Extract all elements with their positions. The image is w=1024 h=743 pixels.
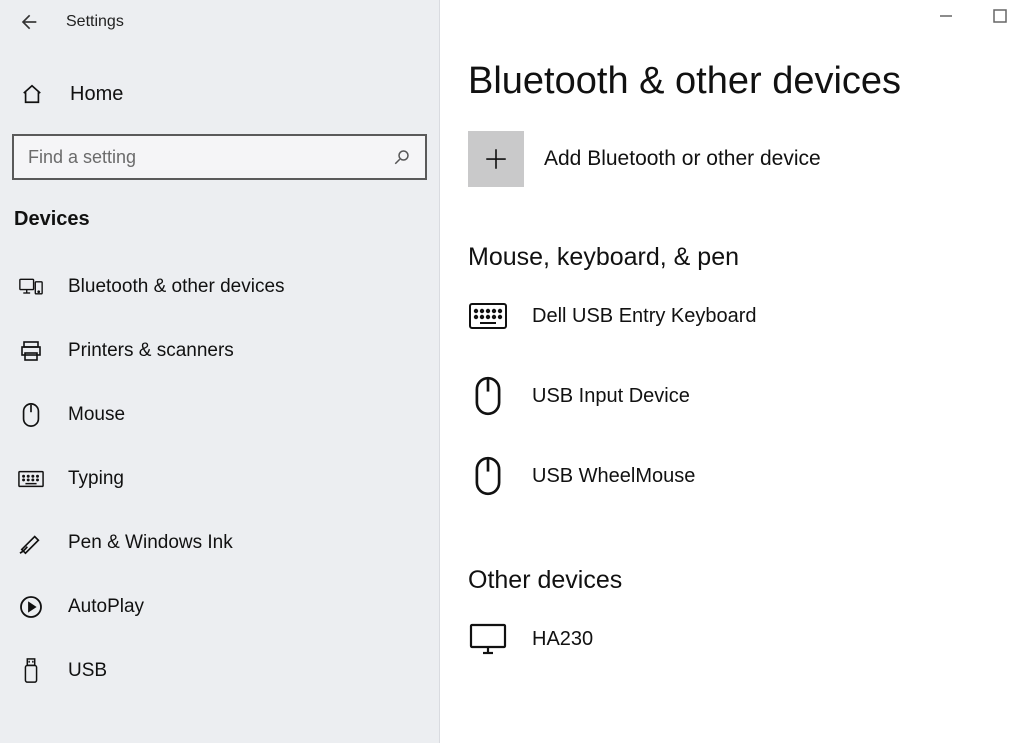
autoplay-icon (18, 594, 44, 620)
home-label: Home (70, 83, 123, 106)
add-device-label: Add Bluetooth or other device (544, 147, 821, 171)
sidebar-item-label: AutoPlay (68, 596, 144, 618)
sidebar-item-label: Printers & scanners (68, 340, 234, 362)
sidebar-item-usb[interactable]: USB (0, 639, 439, 703)
mouse-icon (468, 376, 508, 416)
device-label: USB WheelMouse (532, 465, 695, 488)
search-input[interactable] (28, 147, 393, 168)
maximize-icon[interactable] (986, 6, 1014, 26)
sidebar-item-label: Pen & Windows Ink (68, 532, 233, 554)
sidebar-item-autoplay[interactable]: AutoPlay (0, 575, 439, 639)
devices-icon (18, 274, 44, 300)
monitor-icon (468, 619, 508, 659)
device-label: Dell USB Entry Keyboard (532, 305, 757, 328)
sidebar-item-label: USB (68, 660, 107, 682)
device-row-wheelmouse[interactable]: USB WheelMouse (468, 456, 1024, 496)
sidebar-item-typing[interactable]: Typing (0, 447, 439, 511)
sidebar-item-label: Bluetooth & other devices (68, 276, 285, 298)
mouse-icon (468, 456, 508, 496)
nav-list: Bluetooth & other devices Printers & sca… (0, 255, 439, 703)
plus-icon (468, 131, 524, 187)
search-row (12, 134, 427, 180)
usb-icon (18, 658, 44, 684)
back-arrow-icon[interactable] (14, 8, 42, 36)
sidebar-item-label: Typing (68, 468, 124, 490)
window-controls (932, 6, 1014, 26)
device-label: USB Input Device (532, 385, 690, 408)
group-mouse-keyboard-heading: Mouse, keyboard, & pen (468, 243, 1024, 272)
add-device-button[interactable]: Add Bluetooth or other device (468, 131, 1024, 187)
device-row-keyboard[interactable]: Dell USB Entry Keyboard (468, 296, 1024, 336)
group-other-heading: Other devices (468, 566, 1024, 595)
search-box[interactable] (12, 134, 427, 180)
keyboard-icon (18, 466, 44, 492)
sidebar-item-label: Mouse (68, 404, 125, 426)
mouse-icon (18, 402, 44, 428)
device-row-usb-input[interactable]: USB Input Device (468, 376, 1024, 416)
settings-sidebar: Settings Home Devic (0, 0, 440, 743)
minimize-icon[interactable] (932, 6, 960, 26)
search-icon (393, 148, 411, 166)
content-pane: Bluetooth & other devices Add Bluetooth … (440, 0, 1024, 743)
device-label: HA230 (532, 628, 593, 651)
keyboard-icon (468, 296, 508, 336)
sidebar-item-mouse[interactable]: Mouse (0, 383, 439, 447)
device-row-monitor[interactable]: HA230 (468, 619, 1024, 659)
app-title: Settings (66, 13, 124, 31)
pen-ink-icon (18, 530, 44, 556)
printer-icon (18, 338, 44, 364)
titlebar: Settings (0, 0, 439, 44)
sidebar-item-pen[interactable]: Pen & Windows Ink (0, 511, 439, 575)
section-label: Devices (0, 180, 439, 235)
home-icon (20, 82, 44, 106)
sidebar-home[interactable]: Home (0, 72, 439, 116)
sidebar-item-bluetooth[interactable]: Bluetooth & other devices (0, 255, 439, 319)
sidebar-item-printers[interactable]: Printers & scanners (0, 319, 439, 383)
